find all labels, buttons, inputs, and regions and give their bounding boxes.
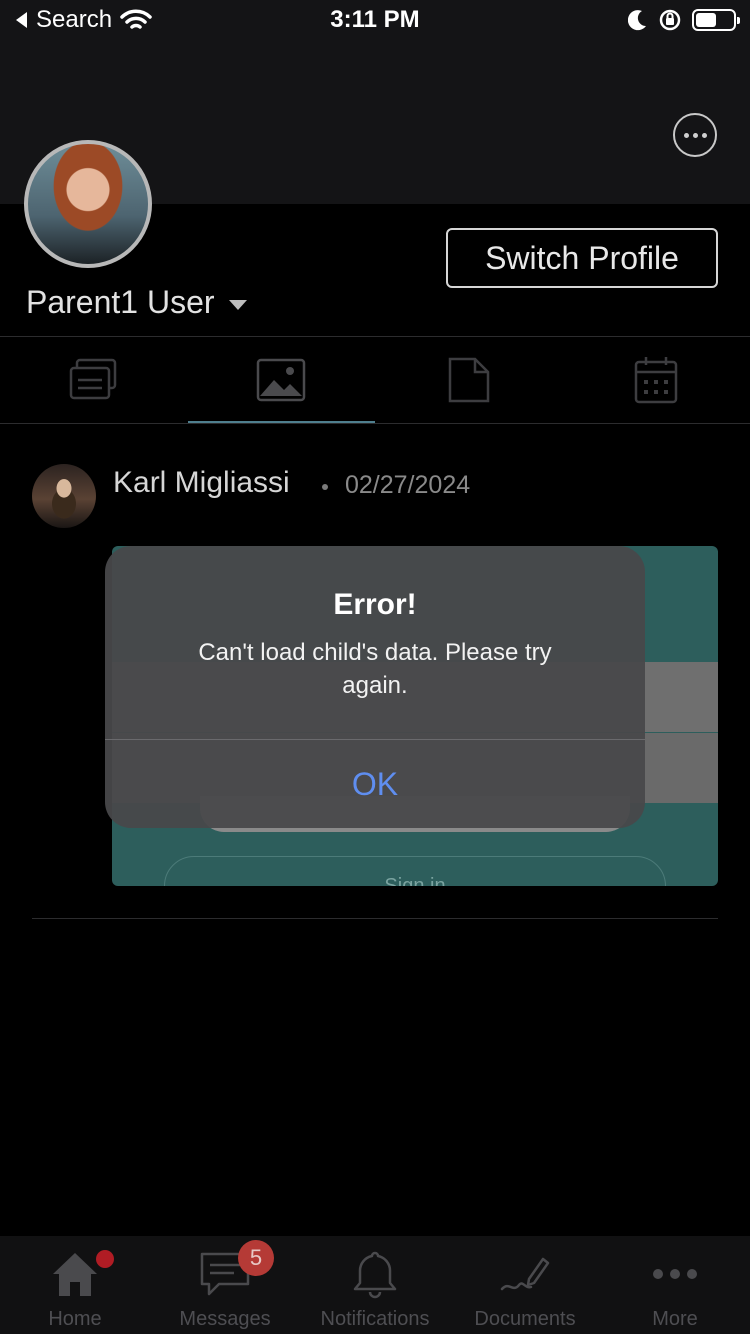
home-icon (50, 1248, 100, 1300)
nav-messages[interactable]: 5 Messages (150, 1236, 300, 1334)
nav-more[interactable]: More (600, 1236, 750, 1334)
alert-title: Error! (333, 588, 417, 621)
divider (0, 423, 750, 424)
calendar-icon (635, 357, 678, 404)
moon-icon (628, 10, 646, 31)
status-bar: Search 3:11 PM (0, 0, 750, 40)
document-icon (448, 357, 489, 403)
switch-profile-button[interactable]: Switch Profile (446, 228, 718, 288)
nav-messages-label: Messages (179, 1308, 271, 1330)
user-name: Parent1 User (26, 284, 215, 320)
nav-documents[interactable]: Documents (450, 1236, 600, 1334)
post-author[interactable]: Karl Migliassi (113, 466, 290, 500)
user-selector[interactable]: Parent1 User (26, 284, 247, 321)
caret-down-icon (228, 299, 247, 310)
bottom-navigation: Home 5 Messages Notifications Documents … (0, 1236, 750, 1334)
alert-message: Can't load child's data. Please try agai… (198, 639, 552, 699)
image-icon (257, 358, 306, 402)
nav-notifications[interactable]: Notifications (300, 1236, 450, 1334)
more-horizontal-icon (652, 1248, 698, 1300)
content-tabs (0, 337, 750, 423)
home-notification-dot (96, 1250, 114, 1268)
orientation-lock-icon (659, 9, 681, 31)
image-signin-label: Sign in (164, 856, 666, 886)
nav-documents-label: Documents (474, 1308, 576, 1330)
post-author-avatar[interactable] (32, 464, 96, 528)
ok-button[interactable]: OK (105, 740, 645, 828)
tab-photos[interactable] (187, 337, 376, 423)
tab-feed[interactable] (0, 337, 188, 423)
more-dots-icon (683, 132, 689, 138)
tab-documents[interactable] (375, 337, 563, 423)
nav-home[interactable]: Home (0, 1236, 150, 1334)
profile-avatar[interactable] (24, 140, 152, 268)
bell-icon (351, 1248, 399, 1300)
nav-more-label: More (652, 1308, 698, 1330)
messages-badge: 5 (238, 1240, 274, 1276)
nav-notifications-label: Notifications (320, 1308, 430, 1330)
nav-home-label: Home (48, 1308, 102, 1330)
post-date: 02/27/2024 (345, 471, 471, 499)
separator-dot (322, 484, 328, 490)
more-options-button[interactable] (673, 113, 717, 157)
status-icons (628, 8, 740, 32)
error-alert-dialog: Error! Can't load child's data. Please t… (105, 546, 645, 828)
divider (32, 918, 718, 919)
battery-icon (692, 9, 740, 31)
feed-icon (69, 358, 116, 400)
tab-calendar[interactable] (563, 337, 750, 423)
signature-pen-icon (499, 1248, 551, 1300)
